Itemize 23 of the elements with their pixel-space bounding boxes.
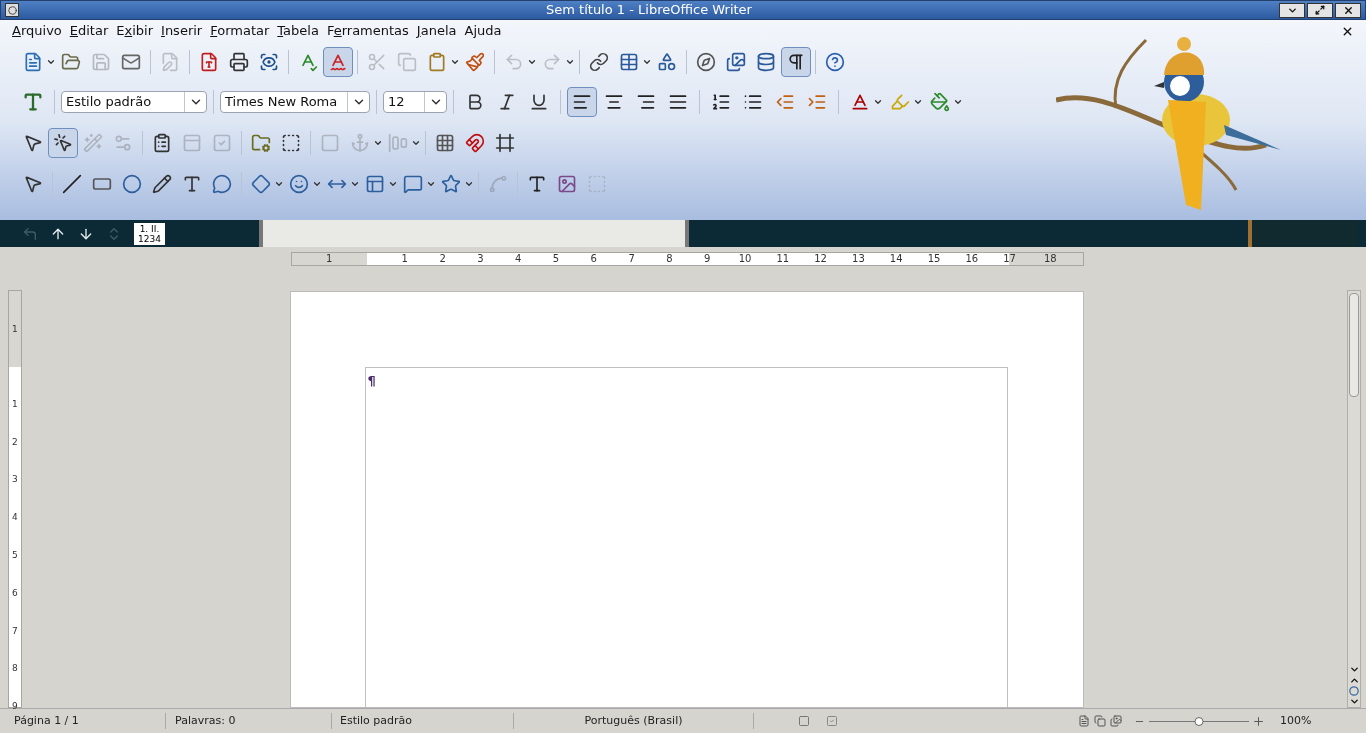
menu-item[interactable]: Editar	[65, 21, 113, 41]
numbering-icon: 1. II. 1234	[134, 222, 165, 245]
paragraph-mark: ¶	[366, 373, 376, 388]
menu-item[interactable]: Formatar	[206, 21, 274, 41]
page-style: Estilo padrão	[332, 712, 514, 730]
menu-item[interactable]: Ferramentas	[322, 21, 413, 41]
page-count: Página 1 / 1	[0, 712, 166, 730]
menu-item[interactable]: Ajuda	[460, 21, 506, 41]
zoom-percent: 100%	[1280, 712, 1312, 729]
menu-item[interactable]: Janela	[412, 21, 461, 41]
menu-item[interactable]: Tabela	[273, 21, 323, 41]
menu-item[interactable]: Arquivo	[8, 21, 66, 41]
menu-item[interactable]: Inserir	[157, 21, 207, 41]
combo-box[interactable]: 12	[383, 91, 447, 113]
combo-box[interactable]: Times New Roma	[220, 91, 370, 113]
window-title: Sem título 1 - LibreOffice Writer	[546, 1, 752, 20]
menu-item[interactable]: Exibir	[112, 21, 158, 41]
word-count: Palavras: 0	[166, 712, 332, 730]
vertical-ruler: 1 1 2 3 4 5 6 7 8 9	[8, 290, 22, 708]
language: Português (Brasil)	[514, 712, 754, 730]
combo-box[interactable]: Estilo padrão	[61, 91, 207, 113]
text-area[interactable]: ¶	[364, 367, 1008, 707]
horizontal-ruler: 1 1 2 3 4 5 6 7 8 9 10 11 12 13 14 15 16 17 18	[291, 251, 1084, 266]
